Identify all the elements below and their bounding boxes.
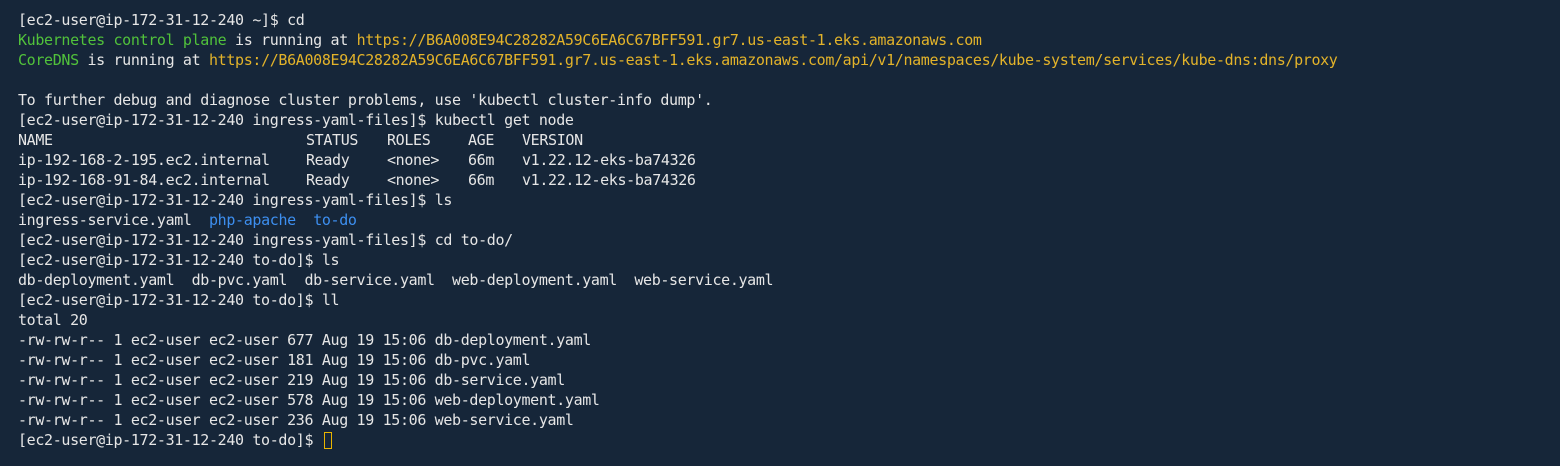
list-item: -rw-rw-r-- 1 ec2-user ec2-user 578 Aug 1… <box>18 391 600 409</box>
terminal-line-get-node: [ec2-user@ip-172-31-12-240 ingress-yaml-… <box>18 110 1560 130</box>
command-text: cd to-do/ <box>434 231 513 249</box>
cluster-info-control-plane: Kubernetes control plane is running at h… <box>18 30 1560 50</box>
node-status: Ready <box>306 171 350 189</box>
list-item: -rw-rw-r-- 1 ec2-user ec2-user 236 Aug 1… <box>18 411 574 429</box>
terminal-line-cd: [ec2-user@ip-172-31-12-240 ~]$ cd <box>18 10 1560 30</box>
terminal-line-ls: [ec2-user@ip-172-31-12-240 to-do]$ ls <box>18 250 1560 270</box>
shell-prompt: [ec2-user@ip-172-31-12-240 to-do]$ <box>18 431 322 449</box>
control-plane-label: Kubernetes control plane <box>18 31 227 49</box>
running-at-text: is running at <box>78 51 209 69</box>
command-text: kubectl get node <box>434 111 574 129</box>
command-text: ls <box>434 191 453 209</box>
shell-prompt: [ec2-user@ip-172-31-12-240 ingress-yaml-… <box>18 111 435 129</box>
ls-output-todo: db-deployment.yaml db-pvc.yaml db-servic… <box>18 271 774 289</box>
terminal-line-cd-todo: [ec2-user@ip-172-31-12-240 ingress-yaml-… <box>18 230 1560 250</box>
terminal-line-ls: [ec2-user@ip-172-31-12-240 ingress-yaml-… <box>18 190 1560 210</box>
node-roles: <none> <box>387 171 440 189</box>
shell-prompt: [ec2-user@ip-172-31-12-240 to-do]$ <box>18 291 322 309</box>
node-version: v1.22.12-eks-ba74326 <box>522 171 696 189</box>
list-item: -rw-rw-r-- 1 ec2-user ec2-user 677 Aug 1… <box>18 331 591 349</box>
text-cursor[interactable] <box>323 432 332 449</box>
directory-entry: to-do <box>313 211 357 229</box>
coredns-url: https://B6A008E94C28282A59C6EA6C67BFF591… <box>208 51 1338 69</box>
node-status: Ready <box>306 151 350 169</box>
terminal-window[interactable]: [ec2-user@ip-172-31-12-240 ~]$ cd Kubern… <box>0 0 1560 466</box>
debug-hint: To further debug and diagnose cluster pr… <box>18 91 713 109</box>
node-age: 66m <box>468 171 495 189</box>
file-entry: ingress-service.yaml <box>18 211 192 229</box>
coredns-label: CoreDNS <box>18 51 79 69</box>
ls-output-ingress: ingress-service.yaml php-apache to-do <box>18 210 1560 230</box>
list-item: -rw-rw-r-- 1 ec2-user ec2-user 181 Aug 1… <box>18 351 531 369</box>
header-version: VERSION <box>522 131 583 149</box>
terminal-input-line[interactable]: [ec2-user@ip-172-31-12-240 to-do]$ <box>18 430 1560 450</box>
node-name: ip-192-168-91-84.ec2.internal <box>18 171 270 189</box>
running-at-text: is running at <box>226 31 357 49</box>
control-plane-url: https://B6A008E94C28282A59C6EA6C67BFF591… <box>356 31 982 49</box>
header-status: STATUS <box>306 131 359 149</box>
header-age: AGE <box>468 131 495 149</box>
shell-prompt: [ec2-user@ip-172-31-12-240 ingress-yaml-… <box>18 191 435 209</box>
shell-prompt: [ec2-user@ip-172-31-12-240 ingress-yaml-… <box>18 231 435 249</box>
table-row: ip-192-168-91-84.ec2.internal Ready <none>… <box>18 170 1560 190</box>
header-name: NAME <box>18 131 53 149</box>
command-text: cd <box>287 11 305 29</box>
node-roles: <none> <box>387 151 440 169</box>
table-row: ip-192-168-2-195.ec2.internal Ready <none>… <box>18 150 1560 170</box>
node-version: v1.22.12-eks-ba74326 <box>522 151 696 169</box>
nodes-table-header: NAME STATUS ROLES AGE VERSION <box>18 130 1560 150</box>
node-age: 66m <box>468 151 495 169</box>
shell-prompt: [ec2-user@ip-172-31-12-240 ~]$ <box>18 11 288 29</box>
list-item: -rw-rw-r-- 1 ec2-user ec2-user 219 Aug 1… <box>18 371 565 389</box>
shell-prompt: [ec2-user@ip-172-31-12-240 to-do]$ <box>18 251 322 269</box>
cluster-info-coredns: CoreDNS is running at https://B6A008E94C… <box>18 50 1560 70</box>
header-roles: ROLES <box>387 131 431 149</box>
directory-entry: php-apache <box>209 211 296 229</box>
node-name: ip-192-168-2-195.ec2.internal <box>18 151 270 169</box>
command-text: ls <box>321 251 340 269</box>
command-text: ll <box>321 291 340 309</box>
ll-total: total 20 <box>18 311 88 329</box>
terminal-line-ll: [ec2-user@ip-172-31-12-240 to-do]$ ll <box>18 290 1560 310</box>
